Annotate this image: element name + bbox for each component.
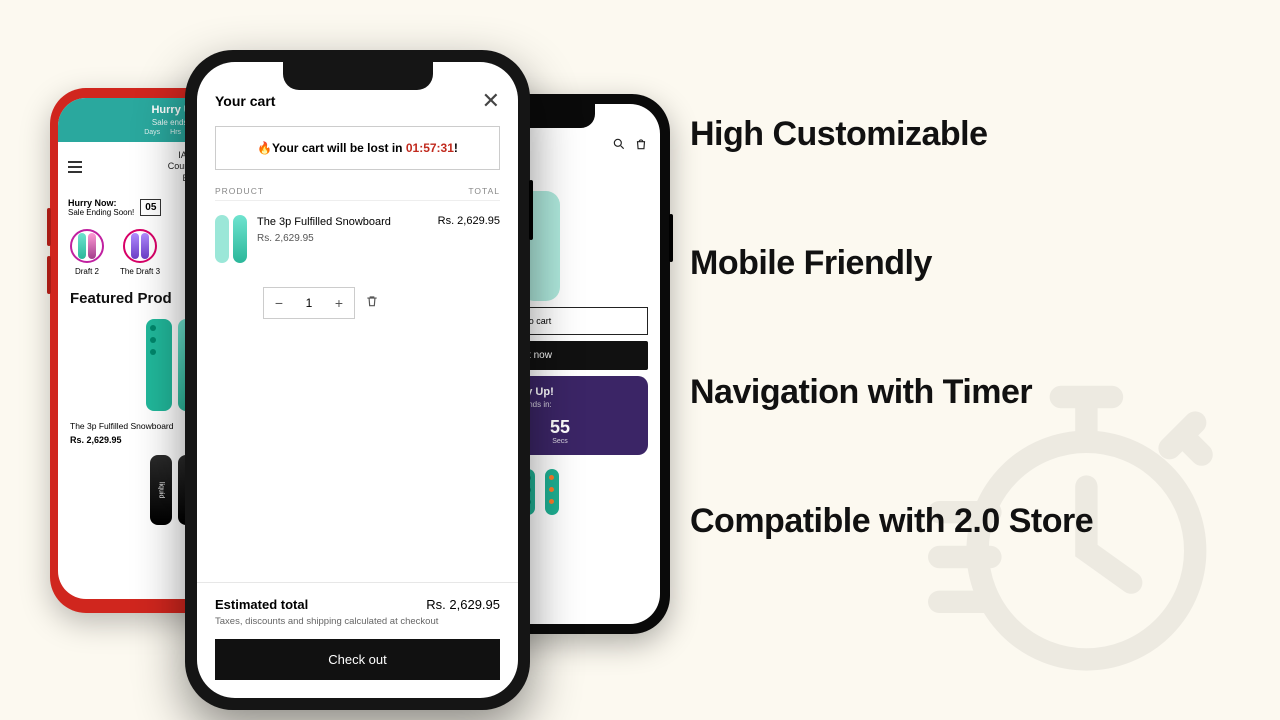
search-icon[interactable] <box>612 137 626 151</box>
checkout-button[interactable]: Check out <box>215 639 500 680</box>
menu-icon[interactable] <box>68 166 82 168</box>
qty-plus-button[interactable]: + <box>324 288 354 318</box>
bag-icon[interactable] <box>634 137 648 151</box>
phones-cluster: Hurry Up Sale ends in: Days Hrs Mins IA:… <box>40 50 690 690</box>
product-thumbnail <box>215 215 247 263</box>
estimated-total-label: Estimated total <box>215 597 308 612</box>
line-item-total: Rs. 2,629.95 <box>438 215 500 263</box>
countdown-time: 01:57:31 <box>406 141 454 155</box>
qty-value: 1 <box>294 296 324 310</box>
col-product: PRODUCT <box>215 186 264 196</box>
cart-title: Your cart <box>215 93 275 109</box>
estimated-total-value: Rs. 2,629.95 <box>426 597 500 612</box>
phone-notch <box>283 62 433 90</box>
tax-note: Taxes, discounts and shipping calculated… <box>215 616 500 627</box>
col-total: TOTAL <box>468 186 500 196</box>
draft-option[interactable]: The Draft 3 <box>120 229 160 276</box>
feature-item: Compatible with 2.0 Store <box>690 502 1093 541</box>
quantity-stepper[interactable]: − 1 + <box>263 287 355 319</box>
cart-line-item: The 3p Fulfilled Snowboard Rs. 2,629.95 … <box>215 201 500 277</box>
feature-item: Mobile Friendly <box>690 244 1093 283</box>
feature-item: High Customizable <box>690 115 1093 154</box>
feature-list: High Customizable Mobile Friendly Naviga… <box>690 115 1093 541</box>
trash-icon[interactable] <box>365 294 379 313</box>
draft-option[interactable]: Draft 2 <box>70 229 104 276</box>
feature-item: Navigation with Timer <box>690 373 1093 412</box>
phone-front: Your cart ✕ 🔥Your cart will be lost in 0… <box>185 50 530 710</box>
line-item-unit-price: Rs. 2,629.95 <box>257 233 428 244</box>
line-item-name: The 3p Fulfilled Snowboard <box>257 215 428 229</box>
close-icon[interactable]: ✕ <box>482 90 500 112</box>
urgency-alert: 🔥Your cart will be lost in 01:57:31! <box>215 126 500 170</box>
countdown-box: 05 <box>140 199 161 216</box>
qty-minus-button[interactable]: − <box>264 288 294 318</box>
